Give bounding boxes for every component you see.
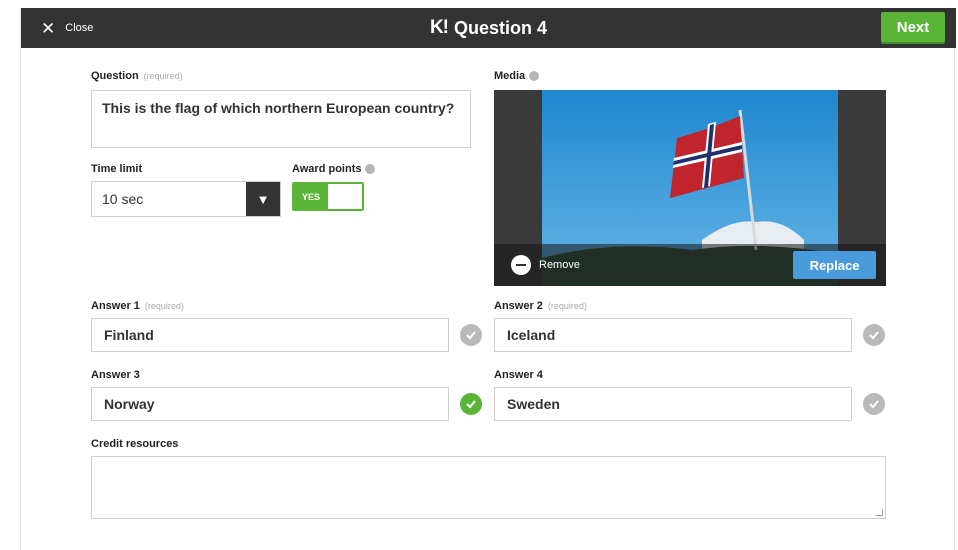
close-label: Close bbox=[65, 22, 94, 34]
answer-1-label: Answer 1 (required) bbox=[91, 300, 184, 312]
close-icon: ✕ bbox=[41, 18, 56, 38]
required-note: (required) bbox=[547, 301, 587, 311]
minus-circle-icon bbox=[511, 255, 531, 275]
answer-4-label-text: Answer 4 bbox=[494, 369, 543, 381]
answer-1-label-text: Answer 1 bbox=[91, 300, 140, 312]
answer-3-correct-toggle[interactable] bbox=[460, 393, 482, 415]
required-note: (required) bbox=[144, 301, 184, 311]
media-label-text: Media bbox=[494, 70, 526, 82]
dropdown-arrow-icon: ▼ bbox=[246, 182, 280, 216]
time-limit-value: 10 sec bbox=[102, 191, 144, 207]
media-action-bar: Remove Replace bbox=[494, 244, 886, 286]
required-note: (required) bbox=[143, 71, 183, 81]
remove-media-button[interactable]: Remove bbox=[511, 244, 580, 286]
credit-resources-input[interactable] bbox=[91, 456, 886, 519]
remove-label: Remove bbox=[539, 259, 580, 271]
answer-3-label: Answer 3 bbox=[91, 369, 140, 381]
help-icon[interactable] bbox=[529, 71, 540, 81]
help-icon[interactable] bbox=[365, 164, 376, 174]
top-bar: ✕ Close K! Question 4 Next bbox=[21, 8, 956, 48]
answer-1-correct-toggle[interactable] bbox=[460, 324, 482, 346]
kahoot-logo: K! bbox=[429, 17, 449, 38]
answer-4-input[interactable]: Sweden bbox=[494, 387, 852, 421]
toggle-on-label: YES bbox=[294, 184, 328, 209]
answer-3-input[interactable]: Norway bbox=[91, 387, 449, 421]
answer-1-input[interactable]: Finland bbox=[91, 318, 449, 352]
checkmark-icon bbox=[466, 331, 476, 340]
next-button[interactable]: Next bbox=[881, 12, 945, 42]
replace-media-button[interactable]: Replace bbox=[793, 251, 876, 279]
award-points-toggle[interactable]: YES bbox=[292, 182, 364, 211]
resize-handle-icon[interactable] bbox=[876, 509, 883, 516]
answer-2-correct-toggle[interactable] bbox=[863, 324, 885, 346]
media-preview: Remove Replace bbox=[494, 90, 886, 286]
checkmark-icon bbox=[869, 331, 879, 340]
award-points-label-text: Award points bbox=[292, 163, 362, 175]
question-editor: ✕ Close K! Question 4 Next Question (req… bbox=[20, 8, 956, 550]
answer-2-input[interactable]: Iceland bbox=[494, 318, 852, 352]
credit-resources-label: Credit resources bbox=[91, 438, 179, 450]
answer-2-label: Answer 2 (required) bbox=[494, 300, 587, 312]
award-points-label: Award points bbox=[292, 163, 376, 175]
time-limit-label: Time limit bbox=[91, 163, 143, 175]
answer-3-label-text: Answer 3 bbox=[91, 369, 140, 381]
close-button[interactable]: ✕ Close bbox=[41, 8, 93, 48]
question-label-text: Question bbox=[91, 70, 139, 82]
time-limit-select[interactable]: 10 sec ▼ bbox=[91, 181, 281, 217]
title-area: K! Question 4 bbox=[21, 8, 956, 48]
checkmark-icon bbox=[466, 400, 476, 409]
answer-4-label: Answer 4 bbox=[494, 369, 543, 381]
answer-2-label-text: Answer 2 bbox=[494, 300, 543, 312]
checkmark-icon bbox=[869, 400, 879, 409]
question-input[interactable]: This is the flag of which northern Europ… bbox=[91, 90, 471, 148]
page-title: Question 4 bbox=[454, 17, 548, 38]
answer-4-correct-toggle[interactable] bbox=[863, 393, 885, 415]
question-label: Question (required) bbox=[91, 70, 183, 82]
media-label: Media bbox=[494, 70, 540, 82]
